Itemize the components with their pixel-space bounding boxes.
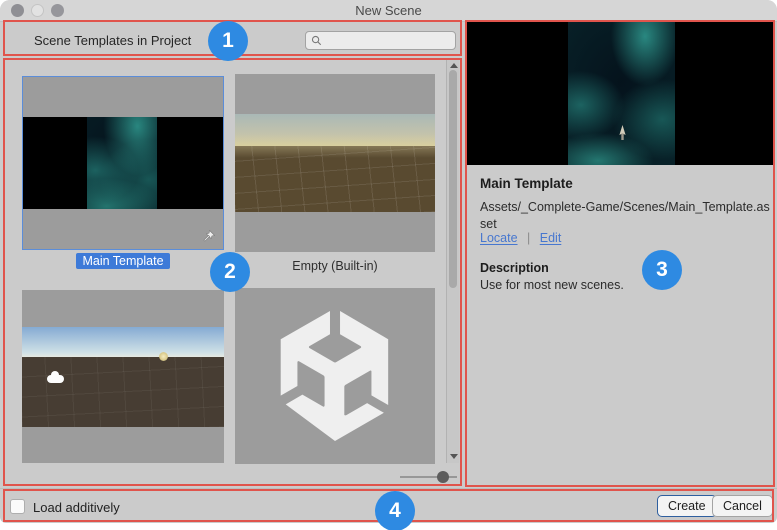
annotation-badge-3: 3 bbox=[642, 250, 682, 290]
template-tile-fourth[interactable] bbox=[235, 288, 435, 464]
title-bar: New Scene bbox=[0, 0, 777, 22]
details-links: Locate | Edit bbox=[480, 231, 561, 245]
description-text: Use for most new scenes. bbox=[480, 278, 624, 292]
thumbnail-size-slider-knob[interactable] bbox=[437, 471, 449, 483]
load-additively-checkbox[interactable] bbox=[10, 499, 25, 514]
sun-gizmo bbox=[159, 352, 168, 361]
footer-divider bbox=[0, 488, 777, 489]
create-button[interactable]: Create bbox=[657, 495, 717, 517]
empty-builtin-thumbnail bbox=[235, 114, 435, 212]
template-preview-image bbox=[466, 22, 775, 165]
spaceship-sprite bbox=[617, 125, 628, 142]
thumbnail-sky bbox=[235, 114, 435, 146]
main-template-thumbnail bbox=[23, 117, 223, 209]
scene-templates-heading: Scene Templates in Project bbox=[34, 33, 191, 48]
load-additively-label: Load additively bbox=[33, 500, 120, 515]
scrollbar-thumb[interactable] bbox=[449, 70, 457, 288]
annotated-screenshot: New Scene Scene Templates in Project bbox=[0, 0, 777, 530]
thumbnail-ground-grid bbox=[235, 146, 435, 212]
annotation-badge-1: 1 bbox=[208, 21, 248, 61]
nebula-image bbox=[87, 117, 157, 209]
description-heading: Description bbox=[480, 261, 549, 275]
third-template-thumbnail bbox=[22, 327, 224, 427]
search-field[interactable] bbox=[305, 31, 456, 50]
search-input[interactable] bbox=[326, 33, 454, 50]
link-separator: | bbox=[527, 231, 530, 245]
cancel-button[interactable]: Cancel bbox=[712, 495, 773, 517]
annotation-badge-4: 4 bbox=[375, 491, 415, 530]
search-icon bbox=[311, 35, 322, 46]
thumbnail-sky bbox=[22, 327, 224, 357]
unity-logo-icon bbox=[270, 311, 400, 441]
pin-icon[interactable] bbox=[201, 229, 216, 244]
nebula-image bbox=[568, 22, 675, 165]
details-asset-path: Assets/_Complete-Game/Scenes/Main_Templa… bbox=[480, 199, 772, 233]
scroll-up-arrow-icon[interactable] bbox=[450, 63, 458, 68]
window-title: New Scene bbox=[0, 3, 777, 18]
template-tile-third[interactable] bbox=[22, 290, 224, 463]
selected-template-label[interactable]: Main Template bbox=[76, 253, 169, 269]
template-caption-main[interactable]: Main Template bbox=[22, 254, 224, 268]
template-tile-empty-builtin[interactable] bbox=[235, 74, 435, 252]
thumbnail-ground bbox=[22, 357, 224, 427]
template-caption-empty[interactable]: Empty (Built-in) bbox=[235, 259, 435, 273]
edit-link[interactable]: Edit bbox=[540, 231, 562, 245]
template-tile-main-template[interactable] bbox=[22, 76, 224, 250]
annotation-badge-2: 2 bbox=[210, 252, 250, 292]
scroll-down-arrow-icon[interactable] bbox=[450, 454, 458, 459]
details-template-name: Main Template bbox=[480, 176, 573, 191]
locate-link[interactable]: Locate bbox=[480, 231, 518, 245]
cloud-sprite bbox=[47, 375, 64, 383]
vertical-scrollbar[interactable] bbox=[446, 59, 459, 463]
